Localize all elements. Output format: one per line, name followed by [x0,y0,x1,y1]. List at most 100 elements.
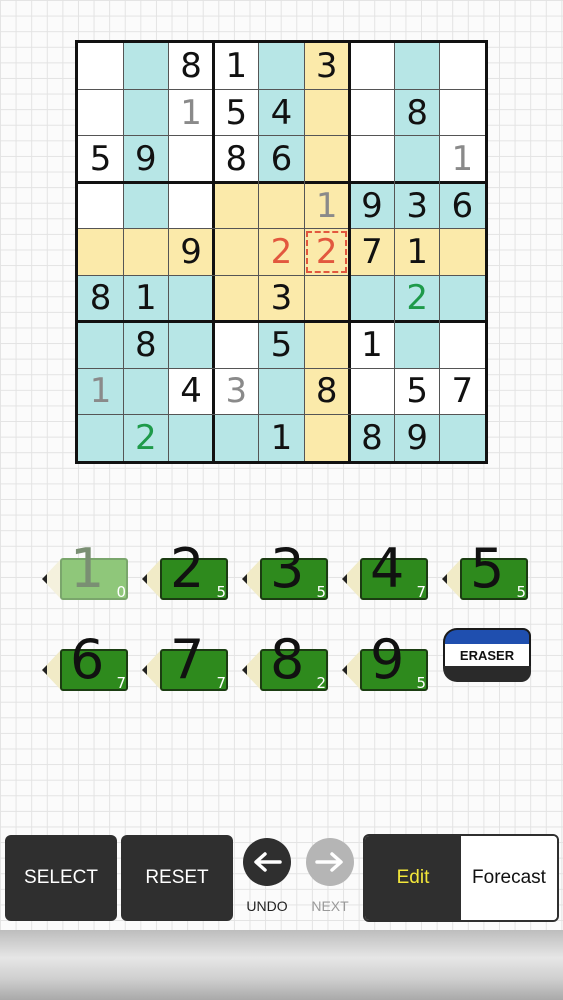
sudoku-cell[interactable]: 6 [258,135,305,183]
sudoku-cell[interactable] [168,182,214,229]
next-button[interactable] [306,838,354,886]
sudoku-cell[interactable]: 1 [394,228,440,276]
sudoku-cell[interactable]: 4 [258,89,305,136]
sudoku-cell[interactable] [168,275,214,322]
sudoku-cell[interactable]: 3 [394,182,440,229]
sudoku-cell[interactable] [439,89,485,136]
sudoku-cell[interactable] [349,275,395,322]
sudoku-cell[interactable]: 5 [78,135,124,183]
sudoku-cell[interactable] [213,414,259,461]
sudoku-cell[interactable] [304,89,350,136]
sudoku-cell[interactable]: 5 [258,321,305,369]
sudoku-cell[interactable]: 7 [439,368,485,415]
sudoku-cell[interactable]: 2 [258,228,305,276]
sudoku-cell[interactable] [439,414,485,461]
number-pencil-5[interactable]: 55 [442,542,530,604]
sudoku-cell[interactable]: 1 [123,275,169,322]
sudoku-cell[interactable] [123,89,169,136]
sudoku-cell[interactable] [258,368,305,415]
sudoku-cell[interactable] [78,228,124,276]
sudoku-cell[interactable] [349,135,395,183]
select-button[interactable]: SELECT [5,835,117,921]
sudoku-cell[interactable]: 4 [168,368,214,415]
sudoku-cell[interactable]: 1 [349,321,395,369]
sudoku-cell[interactable]: 9 [123,135,169,183]
sudoku-cell[interactable]: 8 [213,135,259,183]
sudoku-cell[interactable] [258,182,305,229]
pencil-remaining-count: 5 [416,674,426,692]
number-pencil-4[interactable]: 47 [342,542,430,604]
sudoku-cell[interactable] [78,43,124,90]
forecast-mode-button[interactable]: Forecast [461,836,557,920]
number-pencil-1[interactable]: 10 [42,542,130,604]
sudoku-cell[interactable]: 1 [213,43,259,90]
sudoku-cell[interactable] [349,89,395,136]
sudoku-cell[interactable] [439,321,485,369]
sudoku-cell[interactable] [439,228,485,276]
sudoku-cell[interactable]: 1 [439,135,485,183]
sudoku-cell[interactable]: 7 [349,228,395,276]
sudoku-cell[interactable]: 1 [258,414,305,461]
sudoku-cell[interactable]: 6 [439,182,485,229]
sudoku-cell[interactable] [439,43,485,90]
sudoku-cell[interactable] [213,228,259,276]
sudoku-cell[interactable] [394,135,440,183]
sudoku-cell[interactable] [123,228,169,276]
sudoku-cell[interactable] [213,321,259,369]
edit-mode-button[interactable]: Edit [365,836,461,920]
sudoku-cell[interactable]: 9 [168,228,214,276]
number-pencil-8[interactable]: 82 [242,633,330,695]
sudoku-cell[interactable]: 2 [123,414,169,461]
pencil-tip-icon [42,560,60,598]
number-pencil-3[interactable]: 35 [242,542,330,604]
sudoku-cell[interactable] [258,43,305,90]
number-pencil-2[interactable]: 25 [142,542,230,604]
sudoku-cell[interactable] [123,43,169,90]
sudoku-cell[interactable]: 2 [394,275,440,322]
sudoku-cell[interactable]: 9 [349,182,395,229]
sudoku-cell[interactable]: 8 [394,89,440,136]
sudoku-cell[interactable] [304,414,350,461]
sudoku-cell[interactable] [78,321,124,369]
grid-line [394,43,396,461]
eraser-button[interactable]: ERASER [443,628,531,682]
sudoku-cell[interactable] [439,275,485,322]
arrow-right-icon [315,852,343,872]
sudoku-cell[interactable] [349,43,395,90]
sudoku-cell[interactable] [78,182,124,229]
sudoku-cell[interactable] [394,321,440,369]
sudoku-cell[interactable] [349,368,395,415]
sudoku-cell[interactable]: 1 [78,368,124,415]
number-pencil-6[interactable]: 67 [42,633,130,695]
sudoku-cell[interactable] [123,182,169,229]
reset-button[interactable]: RESET [121,835,233,921]
sudoku-cell[interactable] [394,43,440,90]
sudoku-cell[interactable]: 1 [168,89,214,136]
sudoku-cell[interactable] [168,414,214,461]
sudoku-cell[interactable]: 5 [394,368,440,415]
sudoku-cell[interactable]: 3 [304,43,350,90]
sudoku-cell[interactable]: 8 [304,368,350,415]
sudoku-cell[interactable]: 8 [349,414,395,461]
sudoku-cell[interactable]: 8 [168,43,214,90]
sudoku-cell[interactable]: 8 [78,275,124,322]
sudoku-cell[interactable] [123,368,169,415]
sudoku-cell[interactable]: 3 [258,275,305,322]
sudoku-cell[interactable]: 8 [123,321,169,369]
sudoku-cell[interactable]: 3 [213,368,259,415]
sudoku-cell[interactable] [78,89,124,136]
sudoku-cell[interactable] [168,135,214,183]
sudoku-cell[interactable] [304,135,350,183]
sudoku-cell[interactable] [213,182,259,229]
sudoku-cell[interactable]: 9 [394,414,440,461]
number-pencil-7[interactable]: 77 [142,633,230,695]
sudoku-cell[interactable] [304,321,350,369]
sudoku-cell[interactable] [168,321,214,369]
sudoku-cell[interactable]: 1 [304,182,350,229]
sudoku-cell[interactable] [78,414,124,461]
sudoku-cell[interactable] [304,275,350,322]
undo-button[interactable] [243,838,291,886]
number-pencil-9[interactable]: 95 [342,633,430,695]
sudoku-cell[interactable] [213,275,259,322]
sudoku-cell[interactable]: 5 [213,89,259,136]
